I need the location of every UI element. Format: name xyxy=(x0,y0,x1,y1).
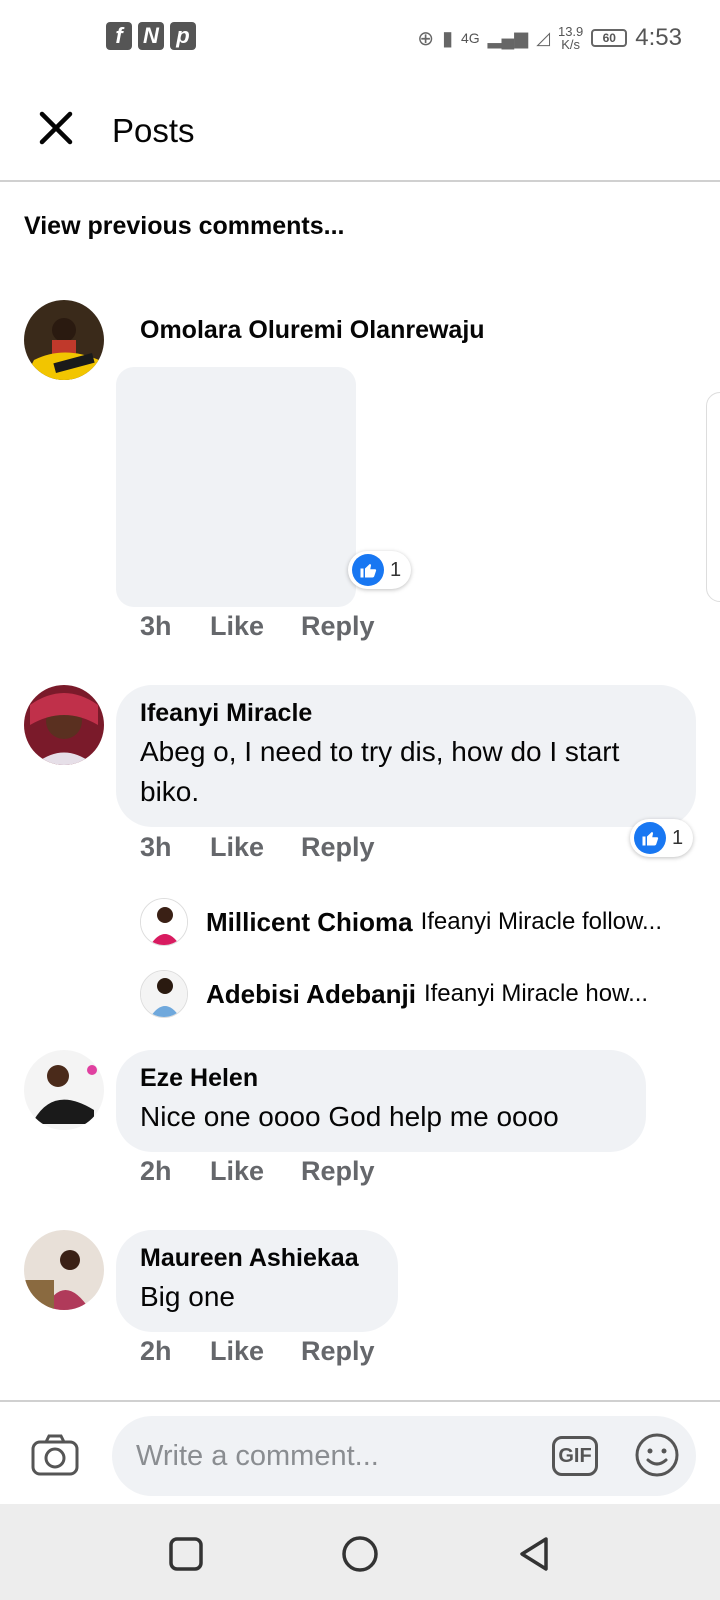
comment-bubble[interactable]: Ifeanyi Miracle Abeg o, I need to try di… xyxy=(116,685,696,827)
reply-author[interactable]: Millicent Chioma xyxy=(206,907,413,938)
comment-bubble[interactable]: Maureen Ashiekaa Big one xyxy=(116,1230,398,1332)
avatar[interactable] xyxy=(140,898,188,946)
comment-box: GIF xyxy=(112,1416,696,1496)
page-title: Posts xyxy=(112,112,195,149)
signal-empty-icon: ◿ xyxy=(536,27,550,48)
reply-text-preview: Ifeanyi Miracle follow... xyxy=(420,908,663,935)
thumbs-up-icon xyxy=(352,554,384,586)
like-button[interactable]: Like xyxy=(210,611,301,642)
data-saver-icon: ⊕ xyxy=(417,27,434,50)
reply-button[interactable]: Reply xyxy=(301,832,375,863)
comment-timestamp: 3h xyxy=(140,832,172,862)
system-navigation-bar xyxy=(0,1504,720,1600)
thumbs-up-icon xyxy=(634,822,666,854)
comment-author[interactable]: Maureen Ashiekaa xyxy=(140,1244,374,1273)
comment-text: Abeg o, I need to try dis, how do I star… xyxy=(140,736,620,807)
vibrate-icon: ▮ xyxy=(441,27,453,50)
comment-bubble[interactable]: Eze Helen Nice one oooo God help me oooo xyxy=(116,1050,646,1152)
comment-meta: 3h Like Reply xyxy=(140,611,375,642)
reply-button[interactable]: Reply xyxy=(301,1156,375,1187)
like-button[interactable]: Like xyxy=(210,1156,301,1187)
reply-button[interactable]: Reply xyxy=(301,611,375,642)
comment-author[interactable]: Omolara Oluremi Olanrewaju xyxy=(140,316,485,345)
triangle-back-icon[interactable] xyxy=(514,1534,554,1574)
network-type: 4G xyxy=(460,29,480,46)
comment-text: Nice one oooo God help me oooo xyxy=(140,1101,559,1132)
reaction-count: 1 xyxy=(672,826,684,849)
p-app-notification-icon: p xyxy=(170,22,196,50)
like-button[interactable]: Like xyxy=(210,1336,301,1367)
notification-icons: f N p xyxy=(106,22,196,50)
battery-icon: 60 xyxy=(591,29,628,47)
clock: 4:53 xyxy=(635,24,682,51)
avatar-image xyxy=(24,1050,104,1130)
signal-icon: ▂▄▆ xyxy=(487,27,529,48)
reaction-badge[interactable]: 1 xyxy=(348,551,412,589)
avatar-image xyxy=(24,685,104,765)
network-speed-unit: K/s xyxy=(561,37,581,52)
avatar[interactable] xyxy=(24,1050,104,1130)
avatar[interactable] xyxy=(24,300,104,380)
reply-button[interactable]: Reply xyxy=(301,1336,375,1367)
comment-author[interactable]: Eze Helen xyxy=(140,1064,622,1093)
emoji-icon[interactable] xyxy=(634,1432,680,1478)
avatar-image xyxy=(141,899,187,945)
close-icon[interactable] xyxy=(38,110,74,146)
reply-preview[interactable]: Millicent Chioma Ifeanyi Miracle follow.… xyxy=(140,898,662,946)
view-previous-comments-link[interactable]: View previous comments... xyxy=(24,212,344,241)
comment-meta: 3h Like Reply xyxy=(140,832,375,863)
status-bar: f N p ⊕ ▮ 4G ▂▄▆ ◿ 13.9 K/s 60 4:53 xyxy=(0,0,720,80)
comment-timestamp: 2h xyxy=(140,1336,172,1366)
comment-input[interactable] xyxy=(136,1416,516,1496)
reply-preview[interactable]: Adebisi Adebanji Ifeanyi Miracle how... xyxy=(140,970,648,1018)
reply-author[interactable]: Adebisi Adebanji xyxy=(206,979,416,1010)
reply-text-preview: Ifeanyi Miracle how... xyxy=(423,980,649,1007)
avatar[interactable] xyxy=(24,685,104,765)
reaction-badge[interactable]: 1 xyxy=(630,819,694,857)
comment-timestamp: 2h xyxy=(140,1156,172,1186)
gif-icon[interactable]: GIF xyxy=(552,1436,598,1476)
network-speed: 13.9 K/s xyxy=(558,25,583,51)
avatar-image xyxy=(24,300,104,380)
circle-icon[interactable] xyxy=(340,1534,380,1574)
facebook-notification-icon: f xyxy=(106,22,132,50)
avatar-image xyxy=(24,1230,104,1310)
like-button[interactable]: Like xyxy=(210,832,301,863)
comment-sticker-image[interactable] xyxy=(116,367,356,607)
comment-meta: 2h Like Reply xyxy=(140,1336,375,1367)
avatar-image xyxy=(141,971,187,1017)
n-app-notification-icon: N xyxy=(138,22,164,50)
reaction-count: 1 xyxy=(390,558,402,581)
avatar[interactable] xyxy=(140,970,188,1018)
header: Posts xyxy=(0,80,720,182)
comment-meta: 2h Like Reply xyxy=(140,1156,375,1187)
side-panel-edge xyxy=(706,392,720,602)
status-indicators: ⊕ ▮ 4G ▂▄▆ ◿ 13.9 K/s 60 4:53 xyxy=(417,24,682,52)
comment-timestamp: 3h xyxy=(140,611,172,641)
comment-author[interactable]: Ifeanyi Miracle xyxy=(140,699,672,728)
comment-composer: GIF xyxy=(0,1400,720,1504)
camera-icon[interactable] xyxy=(30,1432,80,1478)
avatar[interactable] xyxy=(24,1230,104,1310)
comment-text: Big one xyxy=(140,1281,235,1312)
square-icon[interactable] xyxy=(166,1534,206,1574)
